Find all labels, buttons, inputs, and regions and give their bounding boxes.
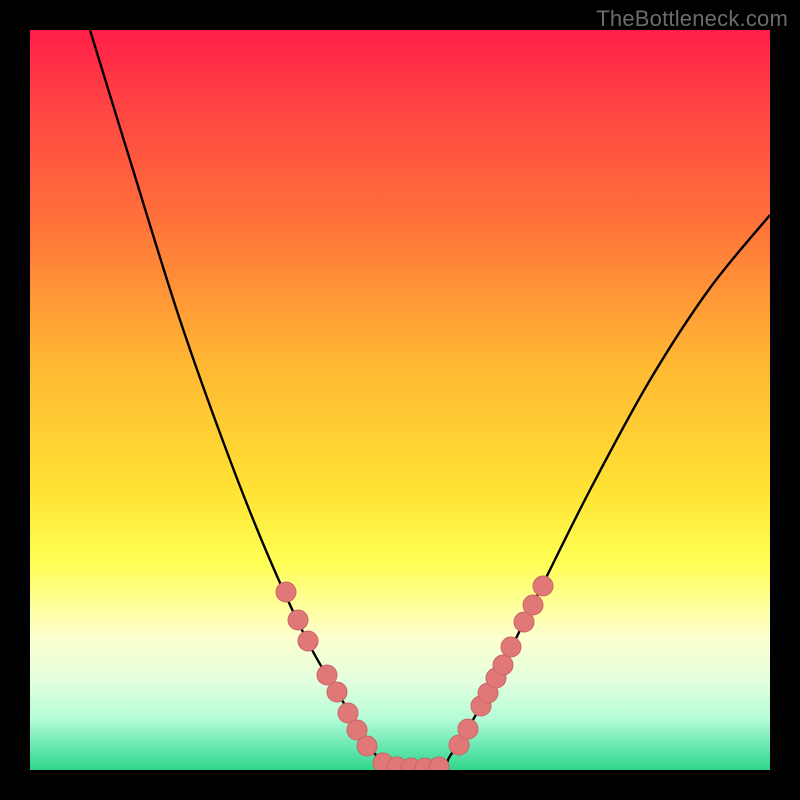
data-dot [387,757,407,770]
data-dot [415,758,435,770]
data-dot [493,655,513,675]
data-dot [449,735,469,755]
data-dot [338,703,358,723]
data-dot [478,683,498,703]
curve-line [90,30,770,769]
data-dot [276,582,296,602]
data-dot [458,719,478,739]
data-dot [533,576,553,596]
data-dot [486,668,506,688]
data-dots [276,576,553,770]
data-dot [298,631,318,651]
data-dot [288,610,308,630]
data-dot [347,720,367,740]
data-dot [471,696,491,716]
data-dot [514,612,534,632]
data-dot [523,595,543,615]
chart-frame: TheBottleneck.com [0,0,800,800]
data-dot [501,637,521,657]
data-dot [401,758,421,770]
data-dot [373,753,393,770]
data-dot [327,682,347,702]
chart-plot-area [30,30,770,770]
data-dot [357,736,377,756]
data-dot [317,665,337,685]
data-dot [429,757,449,770]
bottleneck-curve [30,30,770,770]
watermark-text: TheBottleneck.com [596,6,788,32]
